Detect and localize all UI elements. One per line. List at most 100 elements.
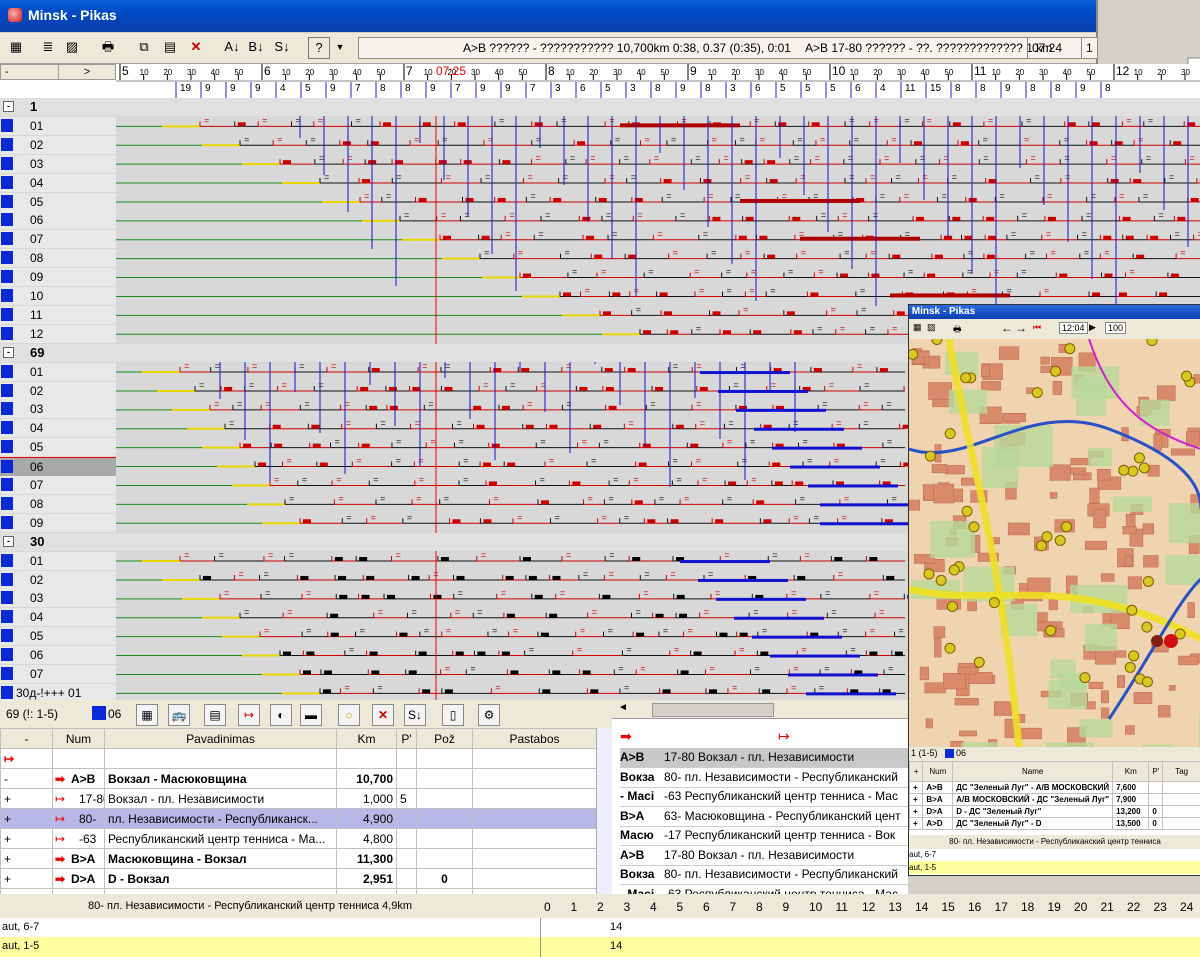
vehicle-row-label[interactable]: 07 (0, 230, 116, 249)
map-tab-num[interactable]: 06 (956, 748, 966, 758)
group-header-1[interactable]: -1 (0, 98, 1200, 116)
map-table-row[interactable]: + D>A D - ДС "Зеленый Луг" 13,200 0 (908, 805, 1200, 818)
vehicle-row-label[interactable]: 04 (0, 173, 116, 192)
collapse-icon[interactable]: - (3, 101, 14, 112)
half-circle-icon[interactable]: ◐ (270, 704, 292, 726)
vehicle-row-label[interactable]: 05 (0, 627, 116, 646)
delete-icon[interactable]: ✕ (186, 37, 206, 57)
vehicle-row-label[interactable]: 09 (0, 513, 116, 532)
vehicle-row-label[interactable]: 01 (0, 116, 116, 135)
table-row[interactable]: + ↦ -63 Республиканский центр тенниса - Ма.… (0, 828, 597, 849)
col-num[interactable]: Num (52, 728, 105, 749)
trip-detail-row[interactable]: A>B 17-80 Вокзал - пл. Независимости (620, 748, 908, 768)
sort-icon[interactable]: S↓ (272, 37, 292, 57)
vehicle-row-label[interactable]: 01 (0, 362, 116, 381)
map-grid-icon[interactable]: ▦ (913, 322, 922, 333)
vehicle-row-label[interactable]: 05 (0, 438, 116, 457)
map-col-km[interactable]: Km (1112, 761, 1150, 782)
paste-icon[interactable]: ▤ (160, 37, 180, 57)
vehicle-row-label[interactable]: 02 (0, 135, 116, 154)
vehicle-row-label[interactable]: 04 (0, 608, 116, 627)
remove-icon[interactable]: ✕ (372, 704, 394, 726)
route-table[interactable]: - Num Pavadinimas Km P' Pož Pastabos ↦ -… (0, 728, 597, 909)
col-km[interactable]: Km (336, 728, 397, 749)
vehicle-row-label[interactable]: 30д-!+++ 01 (0, 683, 116, 700)
schedule-icon[interactable]: ≣ (38, 37, 58, 57)
group-tab-num[interactable]: 06 (108, 707, 121, 721)
map-table-row[interactable]: + A>D ДС "Зеленый Луг" - D 13,500 0 (908, 817, 1200, 830)
copy-icon[interactable]: ⧉ (134, 37, 154, 57)
scroll-thumb[interactable] (652, 703, 774, 717)
timetable-icon[interactable]: ▤ (204, 704, 226, 726)
vehicle-row-label[interactable]: 03 (0, 154, 116, 173)
map-first-icon[interactable]: ⏮ (1033, 322, 1041, 333)
col-p[interactable]: P' (396, 728, 417, 749)
map-play-icon[interactable]: ▶ (1089, 322, 1096, 333)
vehicle-row-label[interactable]: 05 (0, 192, 116, 211)
table-row[interactable]: - ➡ A>B Вокзал - Масюковщина 10,700 (0, 768, 597, 789)
row-expand-toggle[interactable]: + (0, 868, 53, 889)
map-col-p[interactable]: P' (1148, 761, 1164, 782)
vehicle-row-label[interactable]: 06 (0, 646, 116, 665)
map-tab-label[interactable]: 1 (1-5) (911, 748, 938, 758)
vehicle-row-label[interactable]: 07 (0, 665, 116, 683)
map-zoom-field[interactable]: 100 (1105, 322, 1127, 334)
table-row[interactable]: + ↦ 80- пл. Независимости - Республиканск..… (0, 808, 597, 829)
map-route-table[interactable]: + Num Name Km P' Tag + A>B ДС "Зеленый Луг… (908, 761, 1200, 830)
trip-detail-row[interactable]: A>B 17-80 Вокзал - пл. Независимости (620, 846, 908, 866)
table-row[interactable]: + ➡ B>A Масюковщина - Вокзал 11,300 (0, 848, 597, 869)
vehicle-row-label[interactable]: 08 (0, 249, 116, 268)
vehicle-row-label[interactable]: 10 (0, 287, 116, 305)
vehicle-row-label[interactable]: 12 (0, 324, 116, 343)
map-col-name[interactable]: Name (952, 761, 1114, 782)
vehicle-row-label[interactable]: 03 (0, 589, 116, 608)
horizontal-scrollbar[interactable]: ◄ (612, 700, 908, 719)
table-row[interactable]: +↦ 17-80Вокзал - пл. Независимости1,0005 (0, 788, 597, 809)
document-icon[interactable]: ▯ (442, 704, 464, 726)
vehicle-row-label[interactable]: 06 (0, 457, 116, 478)
col-name[interactable]: Pavadinimas (104, 728, 337, 749)
row-expand-toggle[interactable]: - (0, 768, 53, 789)
map-time-field[interactable]: 12:04 (1059, 322, 1088, 334)
row-expand-toggle[interactable]: + (0, 848, 53, 869)
sort-icon-bottom[interactable]: S↓ (404, 704, 426, 726)
collapse-icon[interactable]: - (3, 535, 14, 547)
time-ruler[interactable]: - > 5 10 20 30 40 50 6 10 20 30 40 50 7 10 20 30 40 50 8 10… (0, 64, 1200, 99)
vehicle-row-label[interactable]: 04 (0, 419, 116, 438)
vehicle-row-label[interactable]: 09 (0, 268, 116, 287)
route-table-scrollbar[interactable] (596, 728, 613, 894)
stop-circle-icon[interactable]: ○ (338, 704, 360, 726)
map-back-icon[interactable]: ← (1001, 321, 1013, 335)
map-print-icon[interactable]: 🖶 (953, 322, 962, 338)
scroll-left-icon[interactable]: ◄ (618, 702, 628, 713)
row-expand-toggle[interactable]: + (0, 808, 53, 829)
row-expand-toggle[interactable]: + (0, 828, 53, 849)
print-icon[interactable]: 🖶 (98, 37, 118, 57)
map-window-title[interactable]: Minsk - Pikas (909, 305, 1200, 319)
vehicle-row-label[interactable]: 08 (0, 494, 116, 513)
help-icon[interactable]: ? (308, 37, 330, 59)
col-notes[interactable]: Pastabos (472, 728, 597, 749)
trip-detail-row[interactable]: B>A 63- Масюковщина - Республиканский цен… (620, 807, 908, 827)
vehicle-row-label[interactable]: 07 (0, 476, 116, 494)
vehicle-row-label[interactable]: 06 (0, 211, 116, 230)
trip-detail-row[interactable]: Вокза 80- пл. Независимости - Республикан… (620, 768, 908, 788)
table-row[interactable]: + ➡ D>A D - Вокзал 2,951 0 (0, 868, 597, 889)
summary-row-2[interactable]: aut, 1-5 14 (0, 937, 1200, 957)
bar-icon[interactable]: ▬ (300, 704, 322, 726)
chart-icon[interactable]: ▨ (62, 37, 82, 57)
map-table-row[interactable]: + A>B ДС "Зеленый Луг" - А/В МОСКОВСКИЙ 7,6… (908, 781, 1200, 794)
vehicle-row-label[interactable]: 02 (0, 570, 116, 589)
collapse-icon[interactable]: - (3, 346, 14, 358)
vehicle-row-label[interactable]: 11 (0, 305, 116, 324)
map-window[interactable]: Minsk - Pikas ▦ ▨ 🖶 ← → ⏮ 12:04 ▶ 100 1 … (908, 304, 1200, 876)
grid-icon[interactable]: ▦ (6, 37, 26, 57)
summary-row-1[interactable]: aut, 6-7 14 (0, 918, 1200, 937)
map-chart-icon[interactable]: ▨ (927, 322, 936, 333)
vehicle-row-label[interactable]: 01 (0, 551, 116, 570)
trip-detail-row[interactable]: Вокза 80- пл. Независимости - Республикан… (620, 865, 908, 885)
vehicle-row-label[interactable]: 02 (0, 381, 116, 400)
calendar-icon[interactable]: ▦ (136, 704, 158, 726)
route-arrow-icon[interactable]: ↦ (238, 704, 260, 726)
map-table-row[interactable]: + B>A А/В МОСКОВСКИЙ - ДС "Зеленый Луг" 7,9… (908, 793, 1200, 806)
